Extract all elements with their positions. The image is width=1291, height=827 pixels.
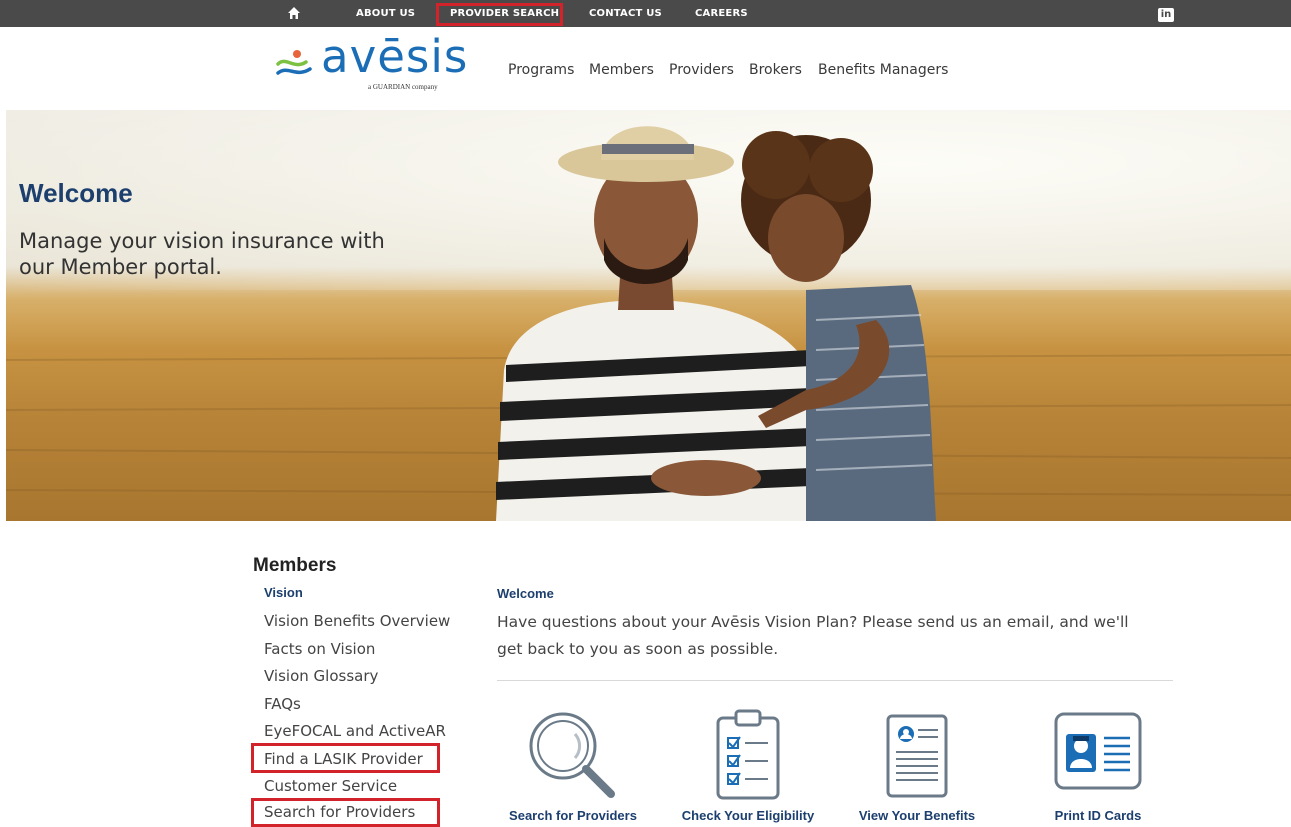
sidebar-subtitle: Vision (264, 585, 303, 600)
tile-check-your-eligibility[interactable]: Check Your Eligibility (663, 700, 833, 827)
home-icon[interactable] (287, 6, 301, 20)
magnifier-icon (529, 712, 615, 798)
highlight-box-provider-search (436, 3, 563, 26)
logo-swoosh-icon (276, 50, 312, 75)
hero-text: Manage your vision insurance with our Me… (19, 229, 385, 279)
hero-title: Welcome (19, 178, 133, 208)
sidebar-title: Members (253, 555, 337, 576)
nav-brokers[interactable]: Brokers (749, 62, 802, 78)
tile-label: Search for Providers (509, 808, 637, 823)
document-profile-icon (886, 714, 948, 798)
nav-providers[interactable]: Providers (669, 62, 734, 78)
sidebar-item-vision-glossary[interactable]: Vision Glossary (264, 667, 378, 685)
main-paragraph: Have questions about your Avēsis Vision … (497, 613, 1129, 658)
nav-benefits-managers[interactable]: Benefits Managers (818, 62, 948, 78)
tile-label: Print ID Cards (1054, 808, 1142, 823)
topbar-link-about-us[interactable]: ABOUT US (356, 8, 415, 19)
topbar-link-contact-us[interactable]: CONTACT US (589, 8, 662, 19)
sidebar-item-vision-benefits-overview[interactable]: Vision Benefits Overview (264, 612, 450, 630)
logo-wordmark: avēsis (321, 30, 469, 83)
sidebar-item-customer-service[interactable]: Customer Service (264, 777, 397, 795)
clipboard-checklist-icon (716, 709, 780, 800)
hero-banner: Welcome Manage your vision insurance wit… (6, 110, 1291, 521)
tile-label: View Your Benefits (858, 808, 976, 823)
tile-view-your-benefits[interactable]: View Your Benefits (832, 700, 1002, 827)
sidebar-item-eyefocal-activear[interactable]: EyeFOCAL and ActiveAR (264, 722, 446, 740)
nav-programs[interactable]: Programs (508, 62, 574, 78)
avesis-logo[interactable]: avēsis a GUARDIAN company (276, 30, 476, 96)
section-divider (497, 680, 1173, 681)
hero-photo-family (6, 126, 1291, 521)
top-utility-bar: ABOUT US PROVIDER SEARCH CONTACT US CARE… (0, 0, 1291, 27)
sidebar-item-faqs[interactable]: FAQs (264, 695, 301, 713)
logo-tagline: a GUARDIAN company (368, 83, 438, 91)
tile-print-id-cards[interactable]: Print ID Cards (1013, 700, 1183, 827)
tile-label: Check Your Eligibility (681, 808, 815, 823)
highlight-box-find-lasik-provider (251, 743, 440, 773)
nav-members[interactable]: Members (589, 62, 654, 78)
sidebar-item-facts-on-vision[interactable]: Facts on Vision (264, 640, 375, 658)
tile-search-for-providers[interactable]: Search for Providers (488, 700, 658, 827)
linkedin-icon[interactable]: in (1158, 8, 1174, 22)
main-heading: Welcome (497, 586, 554, 601)
highlight-box-search-for-providers (251, 798, 440, 827)
id-card-icon (1054, 712, 1142, 790)
topbar-link-careers[interactable]: CAREERS (695, 8, 748, 19)
